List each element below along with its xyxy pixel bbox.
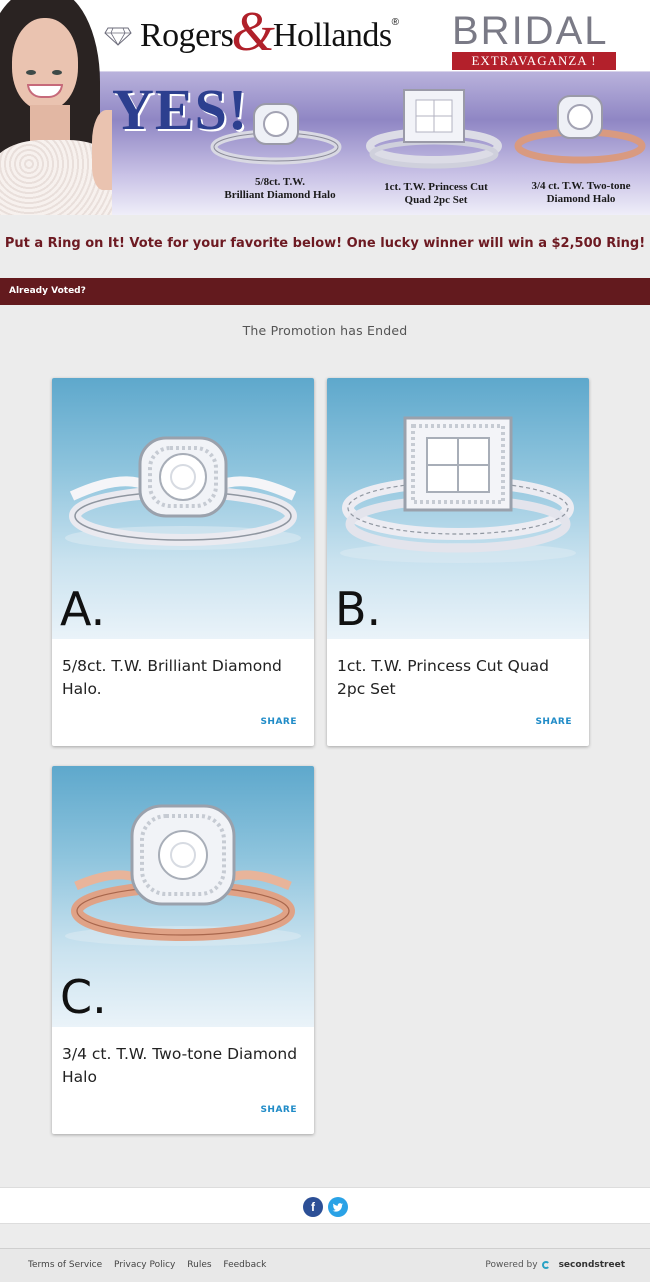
page-footer: Terms of Service Privacy Policy Rules Fe… bbox=[0, 1248, 650, 1282]
share-button[interactable]: SHARE bbox=[535, 717, 572, 727]
already-voted-bar: Already Voted? bbox=[0, 278, 650, 305]
promo-tagline: Put a Ring on It! Vote for your favorite… bbox=[4, 236, 646, 251]
ring-princess-quad-image bbox=[340, 416, 576, 563]
entry-card-image: C. bbox=[52, 766, 314, 1027]
secondstreet-link[interactable]: secondstreet bbox=[559, 1260, 625, 1270]
entry-letter: C. bbox=[60, 970, 107, 1024]
footer-link-terms[interactable]: Terms of Service bbox=[28, 1260, 102, 1270]
bridal-word: BRIDAL bbox=[452, 9, 609, 53]
entry-card-a[interactable]: A. 5/8ct. T.W. Brilliant Diamond Halo. S… bbox=[52, 378, 314, 746]
brand-name-right: Hollands bbox=[272, 17, 392, 54]
bridal-extravaganza-logo: BRIDAL EXTRAVAGANZA ! bbox=[452, 9, 616, 70]
banner-caption-2: 1ct. T.W. Princess Cut Quad 2pc Set bbox=[384, 181, 488, 206]
brand-logo: Rogers & Hollands ® bbox=[104, 1, 400, 66]
entry-title: 1ct. T.W. Princess Cut Quad 2pc Set bbox=[337, 657, 549, 698]
footer-link-feedback[interactable]: Feedback bbox=[223, 1260, 266, 1270]
entry-letter: B. bbox=[335, 582, 382, 636]
diamond-icon bbox=[104, 27, 132, 46]
banner-ring-halo-image bbox=[210, 103, 342, 165]
entry-card-image: B. bbox=[327, 378, 589, 639]
extravaganza-label: EXTRAVAGANZA ! bbox=[452, 52, 616, 70]
social-share-bar: f bbox=[0, 1187, 650, 1224]
ring-halo-image bbox=[65, 436, 301, 550]
footer-link-privacy[interactable]: Privacy Policy bbox=[114, 1260, 175, 1270]
entry-card-image: A. bbox=[52, 378, 314, 639]
twitter-icon[interactable] bbox=[328, 1197, 348, 1217]
model-photo bbox=[0, 0, 112, 215]
promo-banner: Rogers & Hollands ® BRIDAL EXTRAVAGANZA … bbox=[0, 0, 650, 215]
powered-by-label: Powered by bbox=[485, 1260, 538, 1270]
entry-card-c[interactable]: C. 3/4 ct. T.W. Two-tone Diamond Halo SH… bbox=[52, 766, 314, 1134]
ring-two-tone-image bbox=[65, 804, 301, 946]
promotion-status: The Promotion has Ended bbox=[242, 323, 408, 338]
brand-name-left: Rogers bbox=[140, 17, 234, 54]
already-voted-link[interactable]: Already Voted? bbox=[9, 286, 86, 296]
banner-caption-1: 5/8ct. T.W. Brilliant Diamond Halo bbox=[224, 176, 336, 201]
entry-card-b[interactable]: B. 1ct. T.W. Princess Cut Quad 2pc Set S… bbox=[327, 378, 589, 746]
twitter-bird-icon bbox=[332, 1203, 343, 1212]
powered-by: Powered by secondstreet bbox=[485, 1260, 625, 1270]
footer-links: Terms of Service Privacy Policy Rules Fe… bbox=[28, 1260, 275, 1270]
share-button[interactable]: SHARE bbox=[260, 1105, 297, 1115]
facebook-icon[interactable]: f bbox=[303, 1197, 323, 1217]
secondstreet-logo-icon bbox=[541, 1261, 550, 1269]
entry-title: 3/4 ct. T.W. Two-tone Diamond Halo bbox=[62, 1045, 298, 1086]
footer-link-rules[interactable]: Rules bbox=[187, 1260, 211, 1270]
banner-ring-two-tone-image bbox=[514, 95, 646, 164]
banner-ring-princess-image bbox=[366, 89, 502, 169]
share-button[interactable]: SHARE bbox=[260, 717, 297, 727]
entry-title: 5/8ct. T.W. Brilliant Diamond Halo. bbox=[62, 657, 282, 698]
banner-caption-3: 3/4 ct. T.W. Two-tone Diamond Halo bbox=[531, 180, 631, 205]
brand-ampersand: & bbox=[231, 1, 275, 63]
entry-letter: A. bbox=[60, 582, 106, 636]
registered-mark: ® bbox=[391, 16, 400, 28]
